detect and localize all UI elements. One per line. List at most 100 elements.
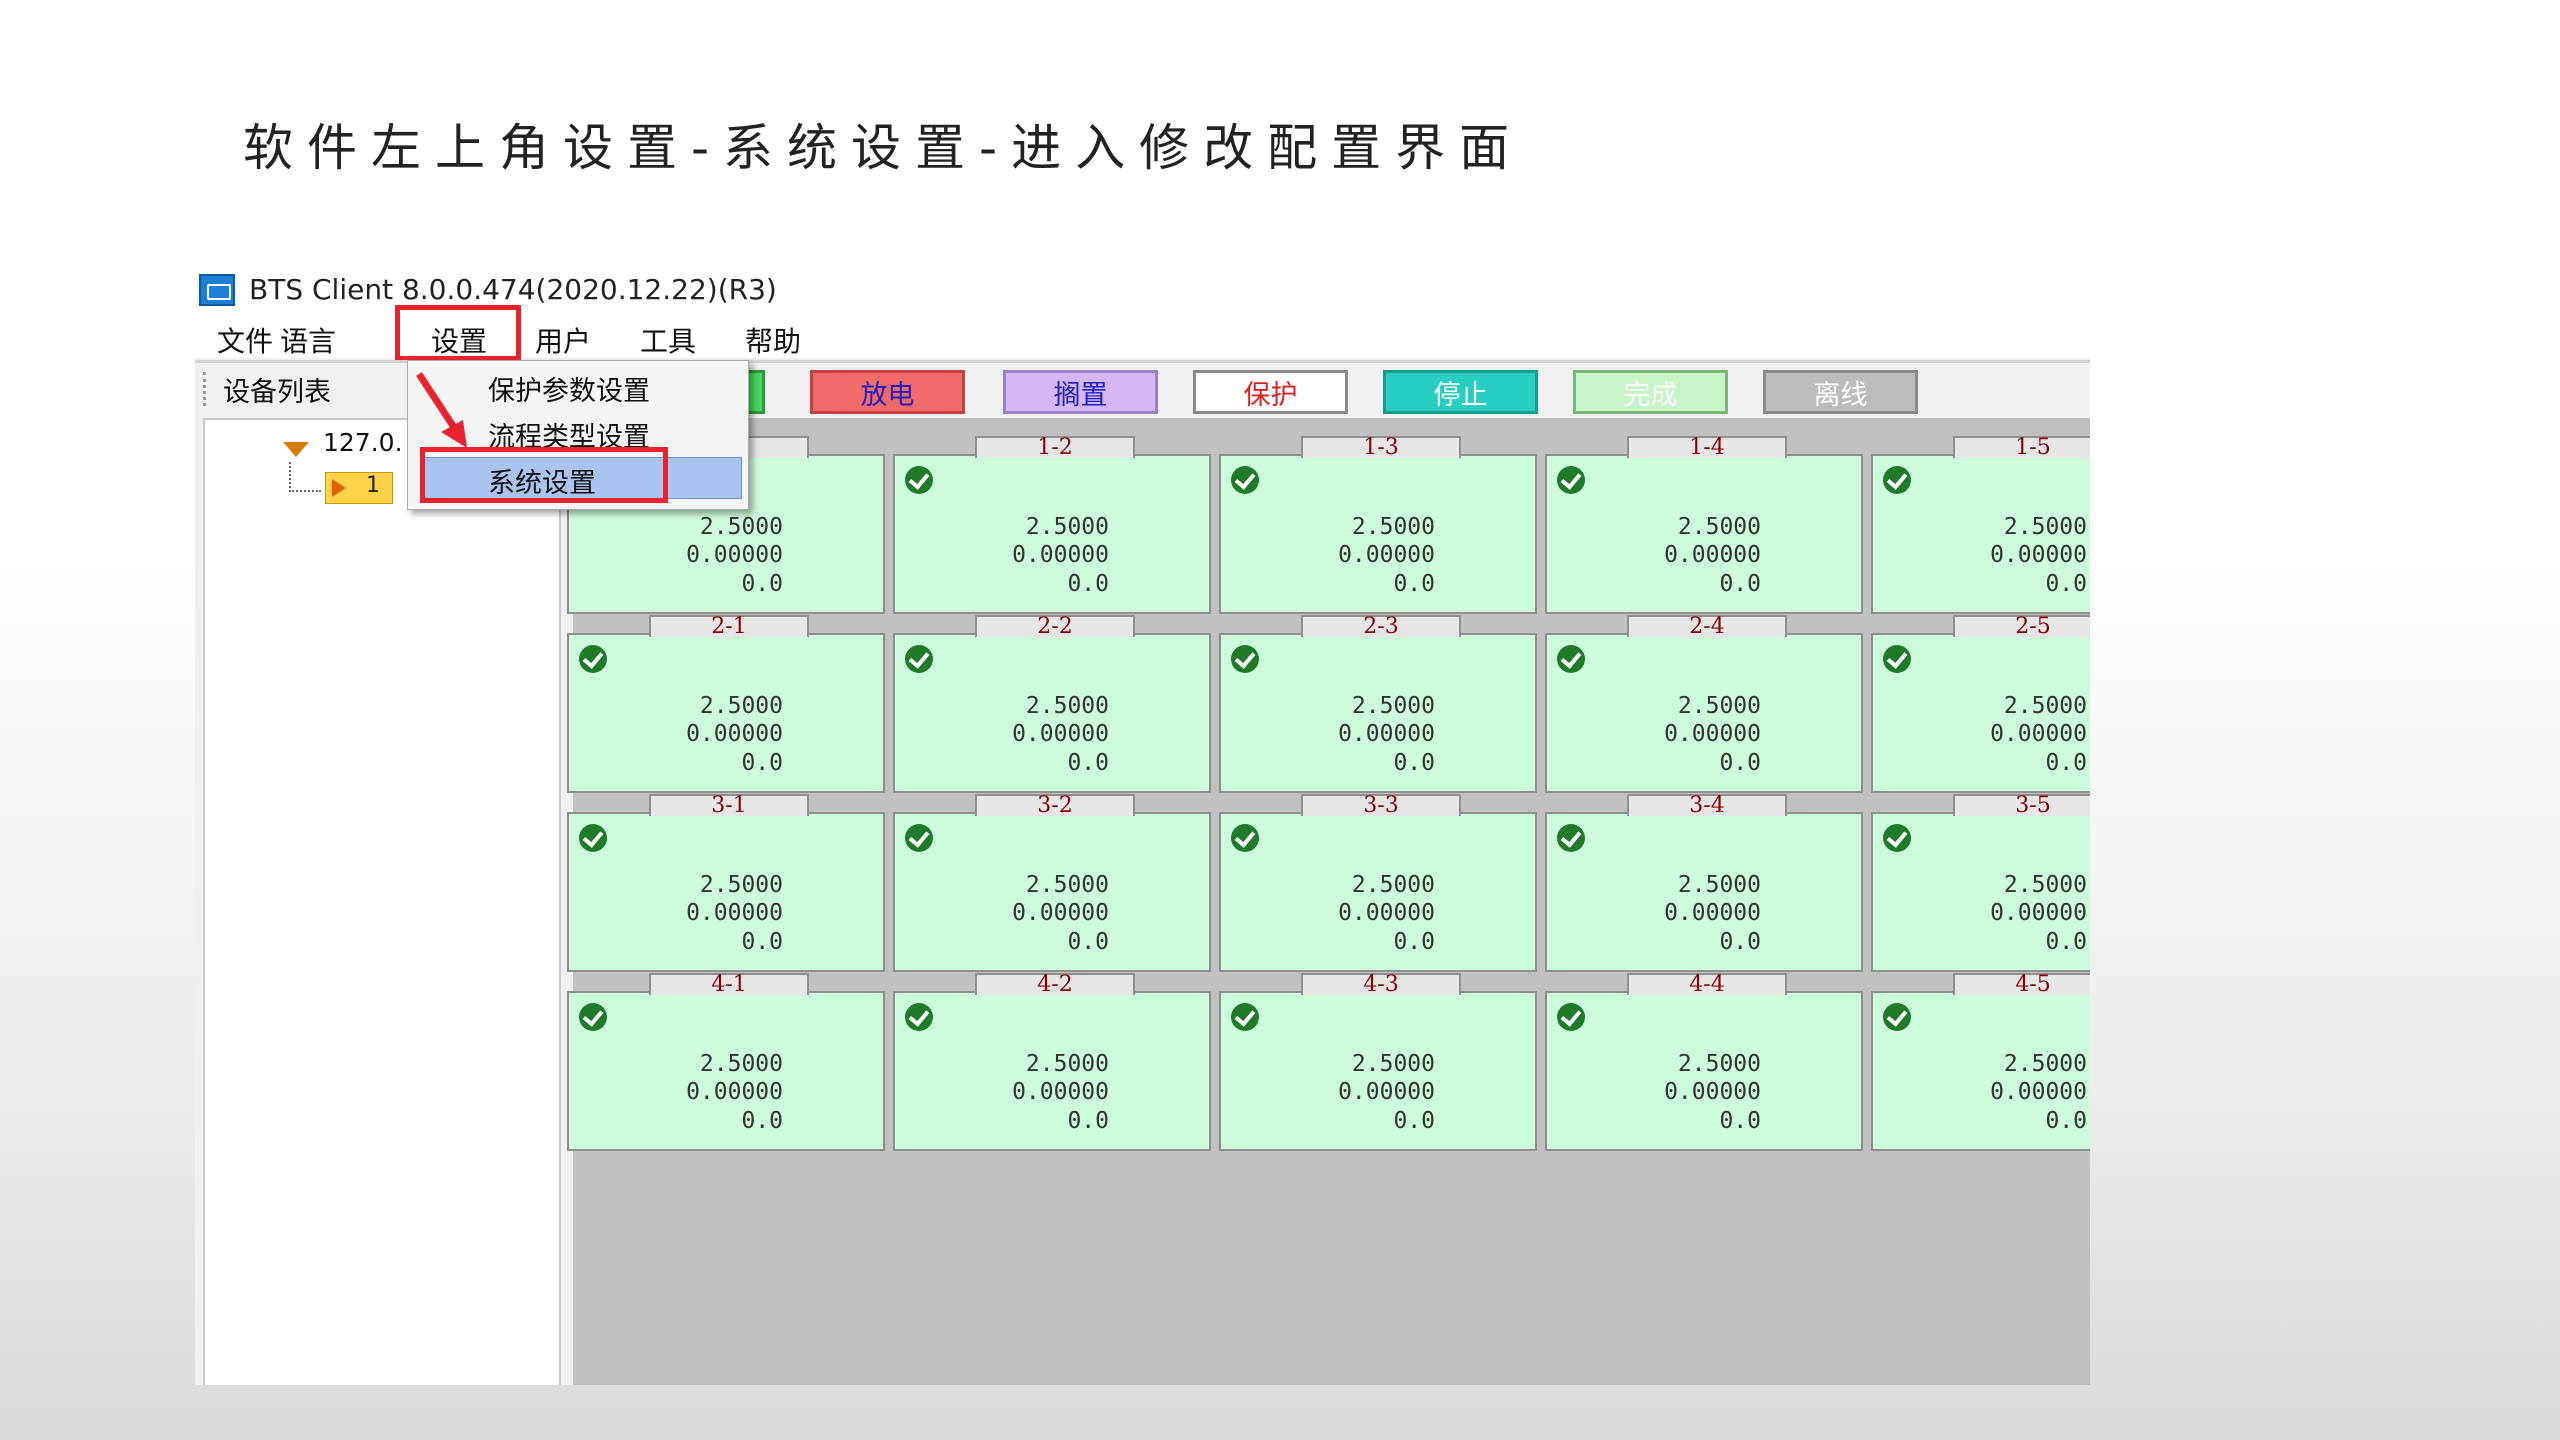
channel-id: 1-4 (1627, 436, 1787, 459)
channel-cell[interactable]: 2-2 2.5000 0.00000 0.0 (893, 615, 1211, 793)
channel-cell[interactable]: 2-5 2.5000 0.00000 0.0 (1871, 615, 2090, 793)
channel-id: 2-2 (975, 615, 1135, 638)
channel-cell[interactable]: 3-4 2.5000 0.00000 0.0 (1545, 794, 1863, 972)
check-icon (1231, 645, 1259, 673)
check-icon (1231, 466, 1259, 494)
status-button-4[interactable]: 停止 (1383, 370, 1538, 414)
menu-language[interactable]: 语言 (280, 320, 336, 360)
channel-id: 4-2 (975, 973, 1135, 996)
status-button-3[interactable]: 保护 (1193, 370, 1348, 414)
channel-capacity: 0.0 (1393, 929, 1435, 955)
status-button-1[interactable]: 放电 (810, 370, 965, 414)
channel-voltage: 2.5000 (1351, 1051, 1435, 1077)
tree-connector (289, 462, 321, 492)
check-icon (579, 645, 607, 673)
channel-voltage: 2.5000 (1351, 872, 1435, 898)
channel-current: 0.00000 (1338, 1079, 1435, 1105)
channel-id: 3-2 (975, 794, 1135, 817)
menu-item-protection-params[interactable]: 保护参数设置 (488, 369, 650, 408)
channel-current: 0.00000 (1338, 542, 1435, 568)
play-icon (332, 479, 346, 497)
check-icon (1883, 645, 1911, 673)
check-icon (905, 1003, 933, 1031)
channel-cell[interactable]: 3-3 2.5000 0.00000 0.0 (1219, 794, 1537, 972)
channel-capacity: 0.0 (1393, 750, 1435, 776)
channel-current: 0.00000 (1990, 542, 2087, 568)
menu-file[interactable]: 文件 (217, 320, 273, 360)
bts-client-window: BTS Client 8.0.0.474(2020.12.22)(R3) 文件 … (195, 270, 2090, 1385)
channel-current: 0.00000 (1012, 721, 1109, 747)
channel-cell[interactable]: 4-4 2.5000 0.00000 0.0 (1545, 973, 1863, 1151)
channel-capacity: 0.0 (2045, 571, 2087, 597)
channel-cell[interactable]: 2-4 2.5000 0.00000 0.0 (1545, 615, 1863, 793)
channel-id: 3-4 (1627, 794, 1787, 817)
channel-voltage: 2.5000 (2003, 1051, 2087, 1077)
check-icon (1557, 824, 1585, 852)
channel-cell[interactable]: 4-2 2.5000 0.00000 0.0 (893, 973, 1211, 1151)
check-icon (1883, 466, 1911, 494)
channel-id: 1-5 (1953, 436, 2090, 459)
channel-cell[interactable]: 3-5 2.5000 0.00000 0.0 (1871, 794, 2090, 972)
channel-cell[interactable]: 4-5 2.5000 0.00000 0.0 (1871, 973, 2090, 1151)
channel-current: 0.00000 (1338, 900, 1435, 926)
panel-grip[interactable] (203, 372, 210, 406)
settings-highlight-box (395, 305, 521, 361)
status-button-5[interactable]: 完成 (1573, 370, 1728, 414)
channel-id: 4-1 (649, 973, 809, 996)
channel-voltage: 2.5000 (2003, 872, 2087, 898)
channel-voltage: 2.5000 (1025, 1051, 1109, 1077)
check-icon (1231, 824, 1259, 852)
channel-current: 0.00000 (1664, 1079, 1761, 1105)
menu-help[interactable]: 帮助 (745, 320, 801, 360)
device-list-label: 设备列表 (223, 377, 331, 408)
channel-capacity: 0.0 (741, 750, 783, 776)
menu-tools[interactable]: 工具 (640, 320, 696, 360)
app-icon (199, 274, 235, 306)
channel-capacity: 0.0 (1719, 929, 1761, 955)
channel-cell[interactable]: 1-2 2.5000 0.00000 0.0 (893, 436, 1211, 614)
channel-current: 0.00000 (1338, 721, 1435, 747)
channel-cell[interactable]: 4-1 2.5000 0.00000 0.0 (567, 973, 885, 1151)
channel-cell[interactable]: 1-4 2.5000 0.00000 0.0 (1545, 436, 1863, 614)
channel-current: 0.00000 (1012, 1079, 1109, 1105)
channel-cell[interactable]: 1-3 2.5000 0.00000 0.0 (1219, 436, 1537, 614)
status-button-6[interactable]: 离线 (1763, 370, 1918, 414)
channel-id: 3-5 (1953, 794, 2090, 817)
channel-cell[interactable]: 2-1 2.5000 0.00000 0.0 (567, 615, 885, 793)
status-button-2[interactable]: 搁置 (1003, 370, 1158, 414)
slide-title: 软件左上角设置-系统设置-进入修改配置界面 (243, 119, 1524, 177)
channel-cell[interactable]: 4-3 2.5000 0.00000 0.0 (1219, 973, 1537, 1151)
tree-node-label: 1 (366, 473, 380, 498)
channel-capacity: 0.0 (1719, 750, 1761, 776)
title-bar: BTS Client 8.0.0.474(2020.12.22)(R3) (195, 270, 2090, 310)
check-icon (905, 824, 933, 852)
channel-cell[interactable]: 2-3 2.5000 0.00000 0.0 (1219, 615, 1537, 793)
channel-capacity: 0.0 (1393, 1108, 1435, 1134)
channel-voltage: 2.5000 (1677, 514, 1761, 540)
tree-device-ip[interactable]: 127.0. (323, 428, 403, 457)
channel-grid: 12.50000.000000.01-22.50000.000000.01-32… (567, 418, 2090, 1385)
tree-node-1[interactable]: 1 (325, 472, 393, 504)
menu-user[interactable]: 用户 (535, 320, 591, 360)
check-icon (579, 824, 607, 852)
channel-current: 0.00000 (1990, 1079, 2087, 1105)
channel-current: 0.00000 (686, 721, 783, 747)
channel-cell[interactable]: 1-5 2.5000 0.00000 0.0 (1871, 436, 2090, 614)
channel-id: 3-1 (649, 794, 809, 817)
channel-id: 2-3 (1301, 615, 1461, 638)
system-settings-highlight-box (420, 447, 668, 503)
channel-capacity: 0.0 (1393, 571, 1435, 597)
channel-voltage: 2.5000 (699, 514, 783, 540)
channel-voltage: 2.5000 (2003, 514, 2087, 540)
expand-arrow-icon[interactable] (283, 442, 309, 457)
channel-cell[interactable]: 3-2 2.5000 0.00000 0.0 (893, 794, 1211, 972)
channel-id: 3-3 (1301, 794, 1461, 817)
check-icon (1883, 824, 1911, 852)
channel-voltage: 2.5000 (2003, 693, 2087, 719)
channel-id: 2-4 (1627, 615, 1787, 638)
channel-cell[interactable]: 3-1 2.5000 0.00000 0.0 (567, 794, 885, 972)
channel-id: 4-4 (1627, 973, 1787, 996)
channel-voltage: 2.5000 (1025, 514, 1109, 540)
channel-voltage: 2.5000 (1351, 693, 1435, 719)
channel-current: 0.00000 (1990, 900, 2087, 926)
